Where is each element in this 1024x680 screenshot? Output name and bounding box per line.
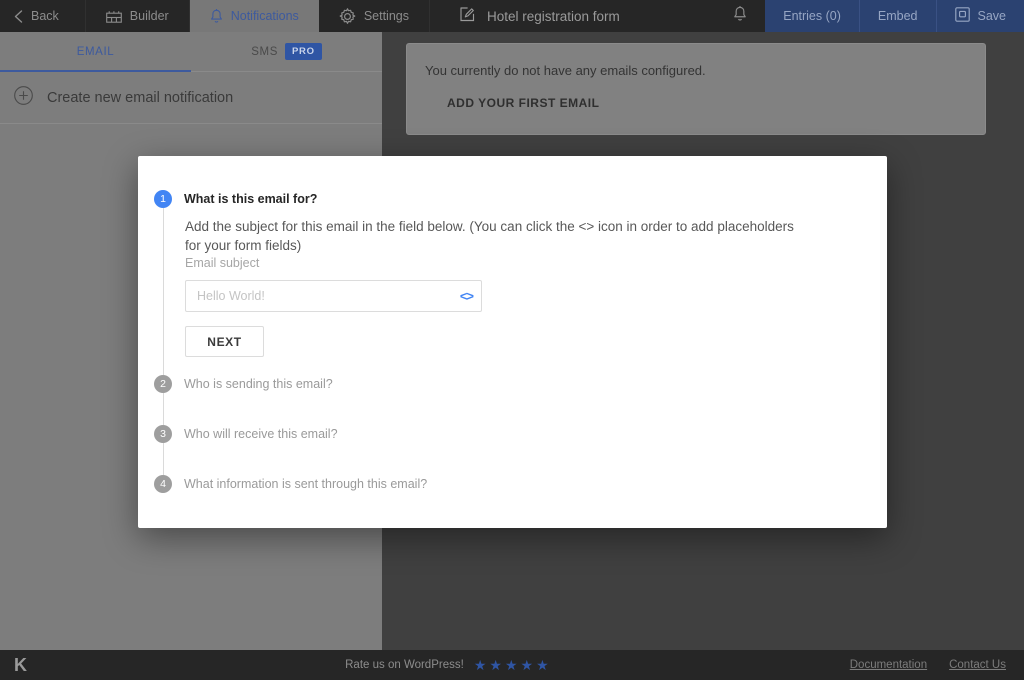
form-name-display[interactable]: Hotel registration form (430, 0, 638, 32)
tab-sms[interactable]: SMS PRO (191, 32, 382, 71)
back-button[interactable]: Back (0, 0, 86, 32)
email-notification-wizard-modal: 1 What is this email for? Add the subjec… (138, 156, 887, 528)
bell-icon-right (733, 6, 747, 27)
settings-label: Settings (364, 9, 409, 23)
notifications-label: Notifications (231, 9, 299, 23)
step-2-connector-line (163, 393, 887, 425)
step-1-body: Add the subject for this email in the fi… (163, 208, 887, 375)
add-your-first-email-button[interactable]: ADD YOUR FIRST EMAIL (447, 96, 599, 110)
step-4-number-badge: 4 (154, 475, 172, 493)
step-4-title[interactable]: What information is sent through this em… (184, 475, 887, 493)
code-placeholder-icon[interactable]: <> (460, 290, 473, 303)
tab-notifications[interactable]: Notifications (190, 0, 319, 32)
entries-button[interactable]: Entries (0) (765, 0, 859, 32)
topbar-actions: Entries (0) Embed Save (765, 0, 1024, 32)
star-1[interactable]: ★ (474, 658, 487, 672)
embed-label: Embed (878, 9, 918, 23)
step-1-title[interactable]: What is this email for? (184, 190, 887, 208)
topbar-spacer (638, 0, 715, 32)
tab-builder[interactable]: Builder (86, 0, 190, 32)
empty-state-message: You currently do not have any emails con… (425, 63, 967, 78)
save-floppy-icon (955, 7, 970, 25)
star-4[interactable]: ★ (521, 658, 534, 672)
tab-email-label: EMAIL (77, 46, 115, 58)
save-button[interactable]: Save (936, 0, 1024, 32)
documentation-link[interactable]: Documentation (850, 659, 927, 671)
step-1-number-badge: 1 (154, 190, 172, 208)
email-subject-field-wrapper: <> (185, 280, 482, 312)
builder-blocks-icon (106, 10, 122, 23)
embed-button[interactable]: Embed (859, 0, 936, 32)
step-2-title[interactable]: Who is sending this email? (184, 375, 887, 393)
footer-rating-section: Rate us on WordPress! ★ ★ ★ ★ ★ (44, 658, 850, 672)
chevron-left-icon (14, 10, 23, 23)
top-navigation-bar: Back Builder Notification (0, 0, 1024, 32)
create-new-email-notification-button[interactable]: Create new email notification (0, 72, 382, 124)
save-label: Save (978, 9, 1007, 23)
wizard-step-4: 4 What information is sent through this … (184, 475, 887, 493)
entries-label: Entries (0) (783, 9, 841, 23)
step-3-connector-line (163, 443, 887, 475)
rate-us-label: Rate us on WordPress! (345, 659, 464, 671)
email-subject-input[interactable] (185, 280, 482, 312)
next-button[interactable]: NEXT (185, 326, 264, 357)
tab-settings[interactable]: Settings (319, 0, 430, 32)
rating-stars[interactable]: ★ ★ ★ ★ ★ (474, 658, 549, 672)
builder-label: Builder (130, 9, 169, 23)
tab-email[interactable]: EMAIL (0, 32, 191, 71)
star-5[interactable]: ★ (536, 658, 549, 672)
form-name-label: Hotel registration form (487, 9, 620, 24)
edit-pencil-icon (460, 7, 475, 25)
create-new-email-label: Create new email notification (47, 90, 233, 106)
notifications-bell-button[interactable] (715, 0, 765, 32)
footer-links: Documentation Contact Us (850, 659, 1024, 671)
wizard-step-2: 2 Who is sending this email? (184, 375, 887, 425)
tab-sms-label: SMS (251, 46, 278, 58)
wizard-step-3: 3 Who will receive this email? (184, 425, 887, 475)
pro-badge: PRO (285, 43, 322, 60)
back-label: Back (31, 9, 59, 23)
step-2-number-badge: 2 (154, 375, 172, 393)
app-root: Back Builder Notification (0, 0, 1024, 680)
step-3-number-badge: 3 (154, 425, 172, 443)
star-3[interactable]: ★ (505, 658, 518, 672)
step-1-bottom-gap (185, 357, 887, 375)
star-2[interactable]: ★ (489, 658, 502, 672)
contact-us-link[interactable]: Contact Us (949, 659, 1006, 671)
bell-icon (210, 9, 223, 24)
step-3-title[interactable]: Who will receive this email? (184, 425, 887, 443)
sidebar-tabs: EMAIL SMS PRO (0, 32, 382, 72)
kali-forms-logo: K (0, 655, 44, 676)
plus-circle-icon (14, 86, 33, 109)
empty-state-card: You currently do not have any emails con… (406, 43, 986, 135)
wizard-steps: 1 What is this email for? Add the subjec… (138, 190, 887, 493)
wizard-step-1: 1 What is this email for? Add the subjec… (184, 190, 887, 375)
email-subject-label: Email subject (185, 256, 887, 270)
step-1-description: Add the subject for this email in the fi… (185, 217, 813, 255)
footer-bar: K Rate us on WordPress! ★ ★ ★ ★ ★ Docume… (0, 650, 1024, 680)
gear-icon (339, 8, 356, 25)
